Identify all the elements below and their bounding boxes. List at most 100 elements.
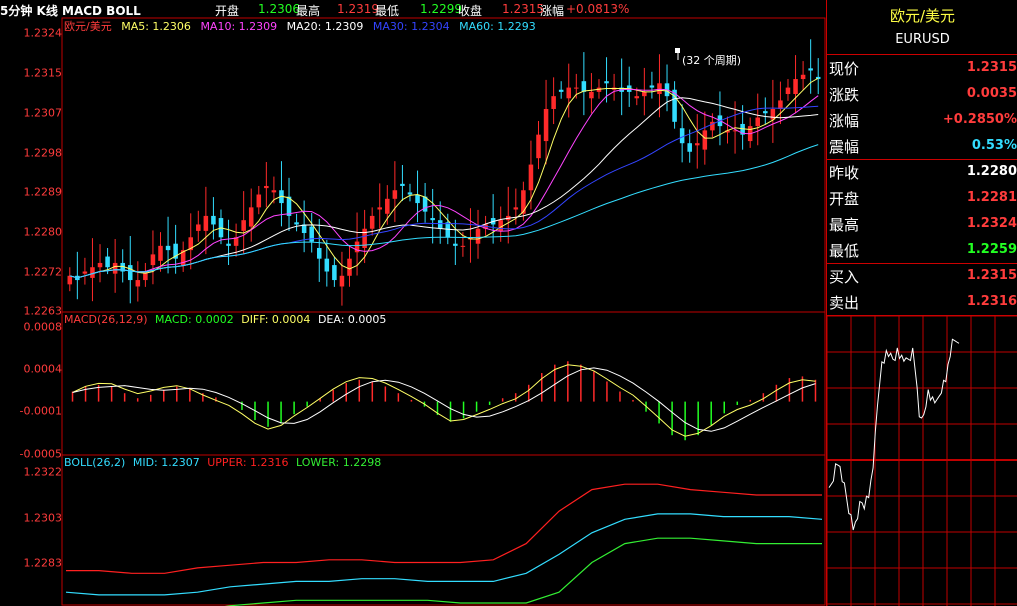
candle-body [694,143,700,146]
candle-body [642,91,647,97]
quote-label: 买入 [829,268,860,286]
candle-body [294,222,299,225]
boll-lower: LOWER: 1.2298 [296,456,382,469]
candle-body [82,271,88,274]
main-legend: 欧元/美元 MA5: 1.2306 MA10: 1.2309 MA20: 1.2… [64,18,536,34]
dea-line [72,367,816,432]
quote-row-low: 最低 1.2259 [827,237,1017,263]
candle-body [158,245,163,261]
candle-body [165,245,171,251]
candle-body [332,265,337,281]
candle-body [528,164,534,191]
candle-body [604,81,609,84]
candle-body [339,275,345,287]
macd-ytick: -0.0001 [19,404,62,418]
candle-body [687,143,692,152]
candle-body [543,108,549,142]
boll-ytick: 1.2303 [23,511,63,525]
candle-body [566,87,572,99]
quote-label: 涨幅 [829,112,860,130]
boll-upper: UPPER: 1.2316 [207,456,289,469]
mini-price-line [828,338,960,531]
candle-body [271,190,277,193]
candle-body [460,245,466,247]
boll-lower-line [224,537,822,606]
candle-body [135,280,141,287]
candle-body [105,256,110,268]
candle-body [127,265,133,281]
candle-body [453,243,458,246]
quote-value: 1.2280 [966,164,1017,179]
candle-body [377,207,383,210]
candle-body [316,247,322,259]
candle-body [649,85,655,88]
main-ytick: 1.2272 [23,265,63,279]
quote-value: 1.2324 [966,216,1017,231]
diff-line [72,364,816,437]
candle-body [90,267,95,278]
candle-body [392,190,398,199]
quote-row-open: 开盘 1.2281 [827,185,1017,211]
mini-intraday-chart [827,316,1017,606]
quote-symbol: EURUSD [895,32,950,47]
candle-body [226,243,231,246]
quote-row-amplitude: 震幅 0.53% [827,133,1017,159]
candle-body [385,198,390,214]
candle-body [778,100,783,109]
candle-body [211,215,216,225]
quote-label: 昨收 [829,164,860,182]
candle-body [407,192,413,195]
candle-body [369,215,375,229]
candle-body [264,185,269,189]
candle-body [657,83,662,95]
candle-body [97,262,103,268]
quote-row-prev-close: 昨收 1.2280 [827,159,1017,185]
candle-body [347,258,352,276]
quote-row-high: 最高 1.2324 [827,211,1017,237]
main-ytick: 1.2315 [23,66,63,80]
candle-body [415,194,420,204]
candle-body [536,134,541,159]
chart-area[interactable] [0,0,826,606]
boll-upper-line [66,483,822,574]
ma60-label: MA60: 1.2293 [459,20,536,33]
quote-row-price: 现价 1.2315 [827,55,1017,81]
dea-value: DEA: 0.0005 [317,313,387,326]
candle-body [558,89,564,92]
quote-value: 0.53% [971,138,1017,153]
candle-body [589,91,594,99]
ma5-label: MA5: 1.2306 [121,20,191,33]
candle-body [755,117,761,127]
boll-ytick: 1.2322 [23,465,63,479]
macd-ytick: 0.0004 [23,362,63,376]
candle-body [634,96,640,99]
quote-row-change: 涨跌 0.0035 [827,81,1017,107]
quote-value: 1.2281 [966,190,1017,205]
candle-body [150,254,156,266]
quote-header: 欧元/美元 EURUSD [827,0,1017,55]
quote-value: 1.2315 [966,268,1017,283]
boll-panel-frame [61,454,826,606]
quote-title: 欧元/美元 [889,7,956,25]
candle-body [808,68,813,71]
quote-value: +0.2850% [942,112,1017,127]
candle-body [521,190,526,214]
candle-body [800,74,806,80]
candle-body [241,220,246,231]
quote-value: 0.0035 [966,86,1017,101]
candle-body [763,111,768,114]
candle-body [513,207,519,210]
quote-label: 卖出 [829,294,860,312]
candle-body [551,96,556,109]
boll-mid: MID: 1.2307 [132,456,200,469]
quote-row-ask: 卖出 1.2316 [827,289,1017,315]
macd-ytick: -0.0005 [19,447,62,461]
ma10-label: MA10: 1.2309 [200,20,278,33]
candle-body [475,228,481,244]
candle-body [248,207,254,227]
main-ytick: 1.2324 [23,26,63,40]
ma30-label: MA30: 1.2304 [372,20,450,33]
macd-legend: MACD(26,12,9) MACD: 0.0002 DIFF: 0.0004 … [64,313,386,326]
main-ytick: 1.2289 [23,185,63,199]
boll-legend: BOLL(26,2) MID: 1.2307 UPPER: 1.2316 LOW… [64,456,381,469]
